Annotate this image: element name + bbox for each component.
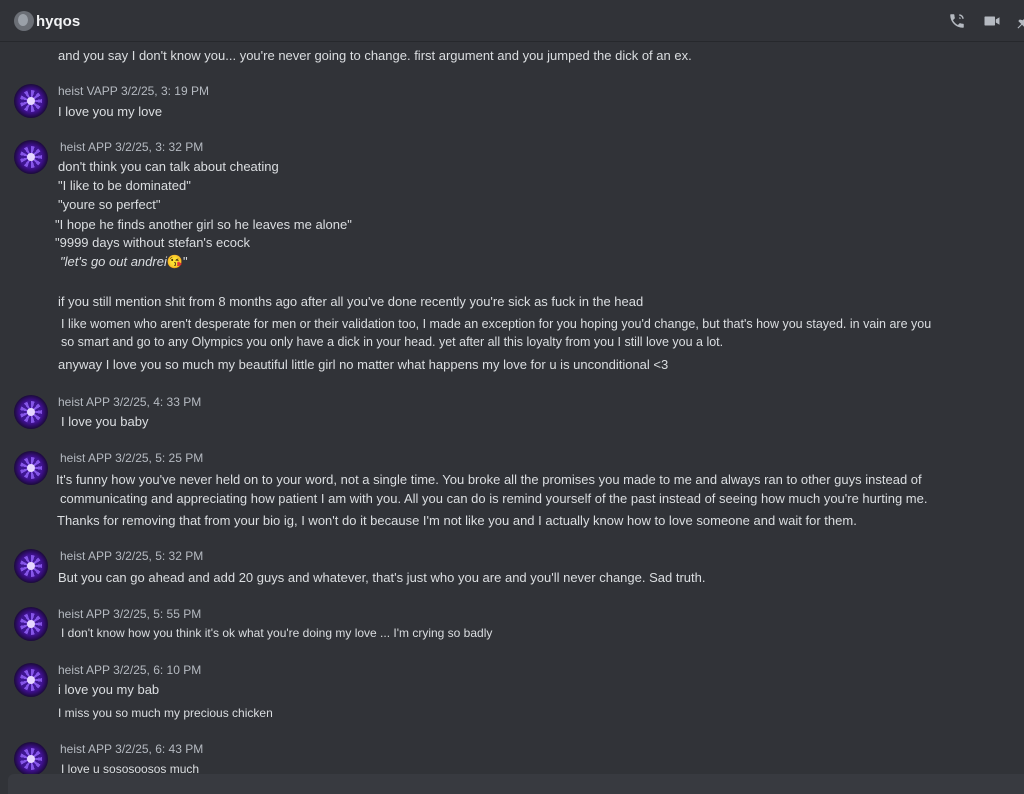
message-text: "youre so perfect" [58,197,161,212]
message-text: so smart and go to any Olympics you only… [61,335,724,349]
user-avatar[interactable] [14,11,34,31]
timestamp: 3/2/25, 6: 10 PM [113,663,202,677]
author-avatar[interactable] [14,549,48,583]
kiss-emoji: 😘" [166,254,188,269]
author-name[interactable]: heist APP [58,395,110,409]
message-header: heist APP 3/2/25, 4: 33 PM [58,395,201,409]
message-text: It's funny how you've never held on to y… [56,472,922,487]
channel-title: hyqos [36,13,81,30]
author-name[interactable]: heist APP [60,451,112,465]
message-header: heist APP 3/2/25, 5: 55 PM [58,607,201,621]
message-text: i love you my bab [58,682,160,697]
message-header: heist APP 3/2/25, 6: 43 PM [60,742,203,756]
author-avatar[interactable] [14,607,48,641]
message-text: "9999 days without stefan's ecock [55,235,250,250]
author-name[interactable]: heist APP [60,549,112,563]
timestamp: 3/2/25, 5: 55 PM [113,607,202,621]
message-header: heist APP 3/2/25, 6: 10 PM [58,663,201,677]
author-name[interactable]: heist APP [58,663,110,677]
message-composer[interactable] [8,774,1024,794]
video-camera-icon[interactable] [983,12,1001,30]
message-text: Thanks for removing that from your bio i… [57,513,857,528]
message-list[interactable]: and you say I don't know you... you're n… [0,42,1024,774]
message-text: I love u sososoosos much [61,762,200,774]
message-text: "I hope he finds another girl so he leav… [55,217,352,232]
message-text: don't think you can talk about cheating [58,159,279,174]
message-header: heist APP 3/2/25, 3: 32 PM [60,140,203,154]
author-name[interactable]: heist APP [58,607,110,621]
author-avatar[interactable] [14,140,48,174]
message-text: I love you baby [61,414,149,429]
timestamp: 3/2/25, 5: 25 PM [115,451,204,465]
message-text: if you still mention shit from 8 months … [58,294,644,309]
timestamp: 3/2/25, 6: 43 PM [115,742,204,756]
timestamp: 3/2/25, 4: 33 PM [113,395,202,409]
author-avatar[interactable] [14,84,48,118]
timestamp: 3/2/25, 5: 32 PM [115,549,204,563]
message-text: I miss you so much my precious chicken [58,706,273,720]
message-text: "I like to be dominated" [58,178,191,193]
author-avatar[interactable] [14,395,48,429]
author-avatar[interactable] [14,451,48,485]
message-text: I love you my love [58,104,163,119]
message-text: communicating and appreciating how patie… [60,491,928,506]
author-avatar[interactable] [14,663,48,697]
message-header: heist VAPP 3/2/25, 3: 19 PM [58,84,209,98]
message-text: I don't know how you think it's ok what … [61,626,493,640]
author-name[interactable]: heist VAPP [58,84,118,98]
author-name[interactable]: heist APP [60,742,112,756]
message-header: heist APP 3/2/25, 5: 25 PM [60,451,203,465]
author-name[interactable]: heist APP [60,140,112,154]
message-header: heist APP 3/2/25, 5: 32 PM [60,549,203,563]
timestamp: 3/2/25, 3: 19 PM [120,84,209,98]
phone-call-icon[interactable] [948,12,966,30]
message-text: "let's go out andrei😘" [60,254,188,270]
message-text-fragment: "let's go out andrei [60,254,167,269]
message-text: and you say I don't know you... you're n… [58,48,692,63]
message-text: But you can go ahead and add 20 guys and… [58,570,706,585]
pin-icon[interactable] [1016,12,1024,30]
channel-header: hyqos [0,0,1024,42]
message-text: I like women who aren't desperate for me… [61,317,932,331]
author-avatar[interactable] [14,742,48,774]
message-text: anyway I love you so much my beautiful l… [58,357,669,372]
timestamp: 3/2/25, 3: 32 PM [115,140,204,154]
